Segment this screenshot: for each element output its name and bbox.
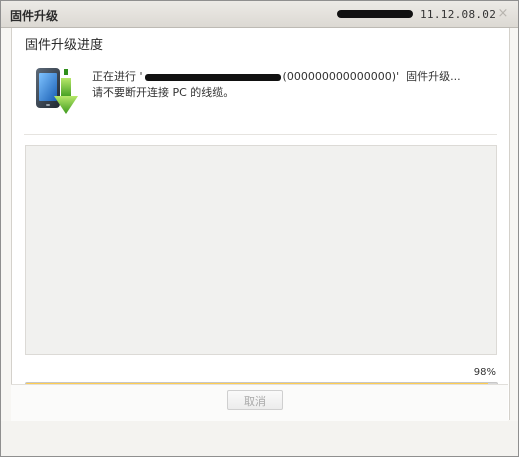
progress-percent: 98% [473,367,496,378]
status-message: 正在进行 ' (000000000000000)' 固件升级... [92,68,461,84]
redacted-device-name [144,73,281,81]
phone-download-icon [36,68,78,114]
footer-strip [1,421,518,456]
log-area [25,145,497,355]
firmware-upgrade-window: 固件升级 11.12.08.02 × 固件升级进度 正在进行 ' (000000… [0,0,519,457]
status-suffix: (000000000000000)' 固件升级... [282,70,461,83]
page-title: 固件升级进度 [25,38,104,53]
close-icon[interactable]: × [495,6,511,22]
cancel-button[interactable]: 取消 [227,390,283,410]
button-bar: 取消 [11,384,508,421]
divider [24,134,497,135]
content-panel: 固件升级进度 正在进行 ' (000000000000000)' 固件升级...… [11,28,510,420]
redacted-model-name [337,10,413,18]
status-prefix: 正在进行 ' [92,70,143,83]
window-title: 固件升级 [10,9,59,23]
version-label: 11.12.08.02 [420,8,497,21]
title-bar: 固件升级 11.12.08.02 × [1,1,518,28]
warning-message: 请不要断开连接 PC 的线缆。 [92,86,235,99]
